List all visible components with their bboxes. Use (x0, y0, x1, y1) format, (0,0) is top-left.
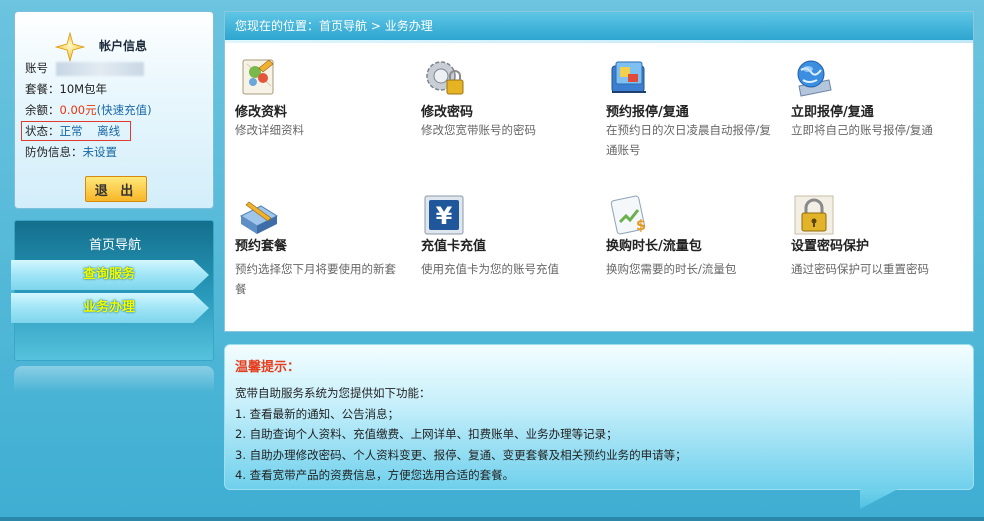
service-desc: 修改详细资料 (235, 123, 304, 137)
tips-bubble-tail (860, 489, 898, 509)
status-row: 状态：正常 离线 (21, 121, 211, 142)
tips-line: 4. 查看宽带产品的资费信息，方便您选用合适的套餐。 (235, 468, 515, 482)
dollar-card-icon[interactable]: $ (606, 192, 652, 238)
tips-line: 2. 自助查询个人资料、充值缴费、上网详单、扣费账单、业务办理等记录； (235, 427, 618, 441)
tips-title: 温馨提示： (235, 360, 301, 375)
quick-recharge-link[interactable]: (快速充值) (97, 103, 152, 117)
edit-profile-icon[interactable] (235, 54, 281, 100)
service-desc: 立即将自己的账号报停/复通 (791, 123, 933, 137)
balance-row: 余额：0.00元(快速充值) (25, 100, 211, 121)
tips-line: 3. 自助办理修改密码、个人资料变更、报停、复通、变更套餐及相关预约业务的申请等… (235, 447, 687, 462)
breadcrumb-prefix: 您现在的位置： (235, 19, 320, 33)
breadcrumb-separator: > (367, 19, 385, 33)
account-row: 账号 (25, 58, 211, 79)
bottom-border (0, 517, 984, 521)
side-nav: 首页导航 查询服务 业务办理 (11, 220, 215, 361)
anti-fraud-row: 防伪信息：未设置 (25, 142, 211, 163)
plan-value: 10M包年 (59, 82, 108, 96)
account-number-masked (56, 61, 144, 76)
yen-card-icon[interactable]: ¥ (421, 192, 467, 238)
plan-row: 套餐：10M包年 (25, 79, 211, 100)
status-box: 状态：正常 离线 (21, 121, 132, 141)
nav-reflection (14, 366, 214, 392)
tips-intro: 宽带自助服务系统为您提供如下功能： (235, 386, 431, 400)
service-title[interactable]: 预约报停/复通 (606, 101, 689, 120)
account-title: 帐户信息 (99, 39, 148, 53)
service-desc: 修改您宽带账号的密码 (421, 123, 536, 137)
service-grid: 修改资料 修改详细资料 修改密码 修改您宽带账号的密码 预约报停/复通 在预约日… (225, 43, 973, 331)
service-title[interactable]: 修改资料 (235, 101, 287, 120)
svg-text:¥: ¥ (436, 202, 453, 230)
service-title[interactable]: 设置密码保护 (791, 235, 869, 254)
anti-fraud-label: 防伪信息： (25, 145, 83, 159)
breadcrumb-home-link[interactable]: 首页导航 (319, 19, 367, 33)
tips-body: 宽带自助服务系统为您提供如下功能： 1. 查看最新的通知、公告消息； 2. 自助… (235, 383, 965, 486)
main-panel: 您现在的位置：首页导航 > 业务办理 修改资料 修改详细资料 修改密码 修改您宽… (224, 11, 974, 332)
status-value: 正常 (59, 124, 83, 138)
service-desc: 在预约日的次日凌晨自动报停/复通账号 (606, 123, 771, 157)
calendar-book-icon[interactable] (606, 54, 652, 100)
nav-item-business[interactable]: 业务办理 (11, 293, 209, 323)
globe-book-icon[interactable] (791, 54, 837, 100)
breadcrumb: 您现在的位置：首页导航 > 业务办理 (225, 12, 973, 40)
balance-label: 余额： (25, 103, 60, 117)
tips-panel: 温馨提示： 宽带自助服务系统为您提供如下功能： 1. 查看最新的通知、公告消息；… (224, 344, 974, 490)
balance-value: 0.00元 (59, 103, 97, 117)
padlock-icon[interactable] (791, 192, 837, 238)
account-header: 帐户信息 (15, 26, 215, 62)
service-desc: 使用充值卡为您的账号充值 (421, 262, 559, 276)
service-title[interactable]: 修改密码 (421, 101, 473, 120)
anti-fraud-value[interactable]: 未设置 (83, 145, 118, 159)
tips-line: 1. 查看最新的通知、公告消息； (235, 406, 400, 421)
service-title[interactable]: 立即报停/复通 (791, 101, 874, 120)
plan-label: 套餐： (25, 82, 60, 96)
svg-text:$: $ (636, 218, 646, 234)
account-panel: 帐户信息 账号 套餐：10M包年 余额：0.00元(快速充值) 状态：正常 离线… (14, 11, 214, 209)
service-title[interactable]: 预约套餐 (235, 235, 287, 254)
service-title[interactable]: 换购时长/流量包 (606, 235, 702, 254)
package-pen-icon[interactable] (235, 192, 281, 238)
nav-title[interactable]: 首页导航 (15, 234, 215, 253)
service-desc: 通过密码保护可以重置密码 (791, 262, 929, 276)
account-label: 账号 (25, 61, 48, 75)
service-desc: 换购您需要的时长/流量包 (606, 262, 737, 276)
service-title[interactable]: 充值卡充值 (421, 235, 486, 254)
online-status-value: 离线 (97, 124, 121, 138)
status-label: 状态： (25, 124, 60, 138)
nav-item-query-service[interactable]: 查询服务 (11, 260, 209, 290)
service-desc: 预约选择您下月将要使用的新套餐 (235, 262, 396, 296)
exit-button[interactable]: 退 出 (85, 176, 147, 202)
breadcrumb-current: 业务办理 (384, 19, 433, 33)
gear-lock-icon[interactable] (421, 54, 467, 100)
